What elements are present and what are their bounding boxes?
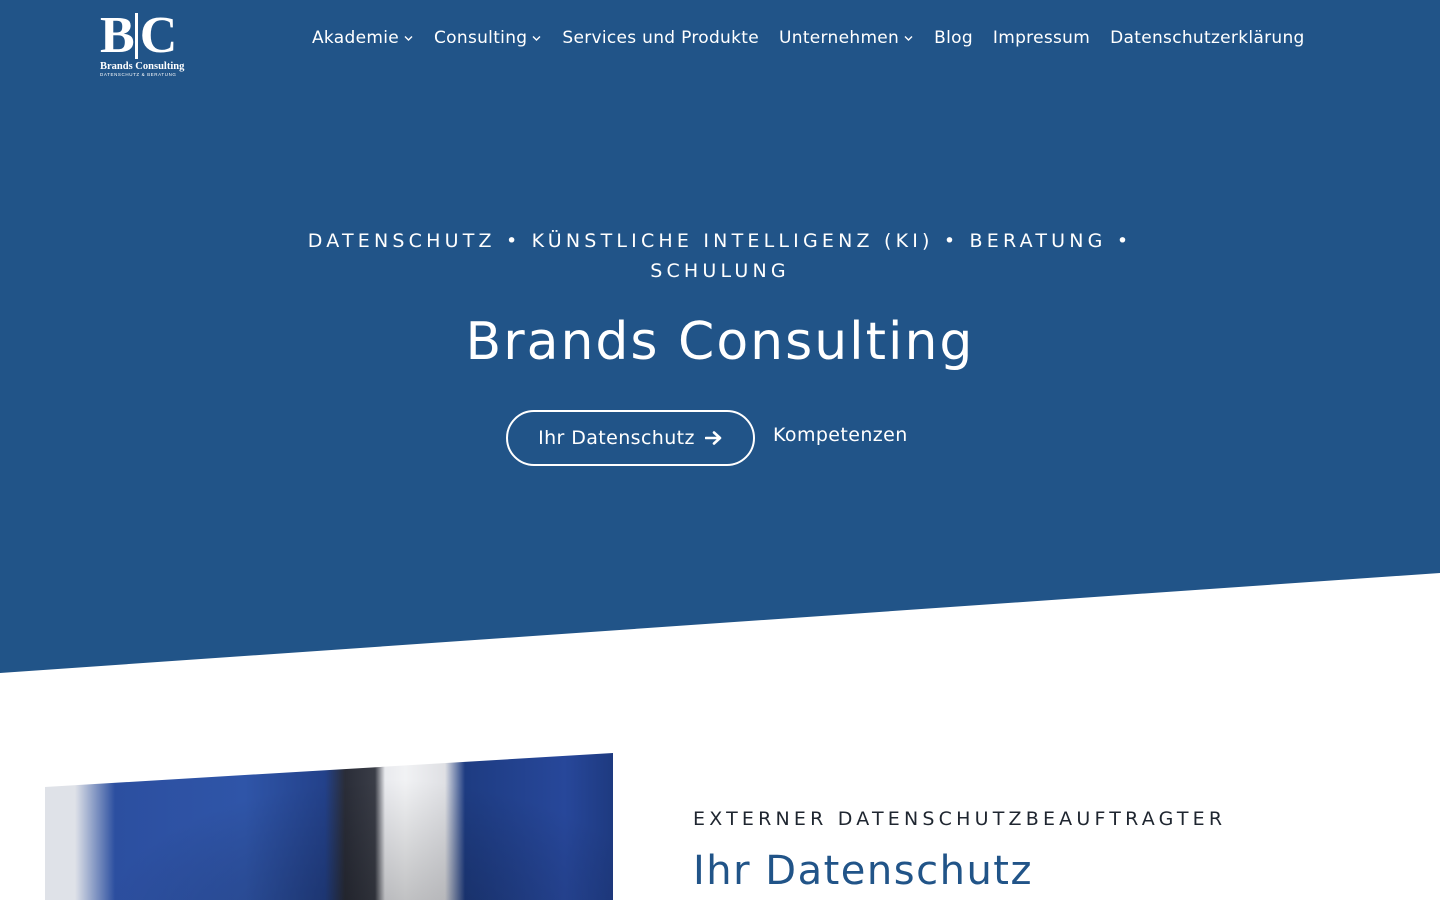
chevron-down-icon — [904, 36, 913, 41]
chevron-down-icon — [404, 36, 413, 41]
photo-shading — [45, 753, 613, 900]
main-navigation: Akademie Consulting Services und Produkt… — [312, 28, 1305, 48]
nav-item-unternehmen[interactable]: Unternehmen — [779, 28, 914, 48]
nav-item-datenschutzerklaerung[interactable]: Datenschutzerklärung — [1110, 28, 1305, 48]
nav-item-impressum[interactable]: Impressum — [993, 28, 1090, 48]
hero-kicker-line: DATENSCHUTZ • KÜNSTLICHE INTELLIGENZ (KI… — [307, 230, 1133, 252]
nav-item-label: Datenschutzerklärung — [1110, 28, 1305, 48]
nav-item-label: Consulting — [434, 28, 528, 48]
nav-item-akademie[interactable]: Akademie — [312, 28, 414, 48]
hero-title: Brands Consulting — [465, 312, 975, 372]
logo-name: Brands Consulting — [100, 61, 185, 72]
ihr-datenschutz-button[interactable]: Ihr Datenschutz — [506, 410, 755, 466]
button-label: Ihr Datenschutz — [538, 427, 695, 449]
brand-logo[interactable]: BC Brands Consulting DATENSCHUTZ & BERAT… — [100, 10, 184, 78]
nav-item-label: Impressum — [992, 28, 1091, 48]
kompetenzen-link[interactable]: Kompetenzen — [773, 424, 908, 446]
logo-mark: BC — [100, 7, 177, 64]
nav-item-label: Unternehmen — [779, 28, 900, 48]
nav-item-label: Akademie — [312, 28, 399, 48]
section-title: Ihr Datenschutz — [693, 848, 1033, 894]
logo-tagline: DATENSCHUTZ & BERATUNG — [100, 72, 177, 77]
section-kicker: EXTERNER DATENSCHUTZBEAUFTRAGTER — [693, 808, 1227, 830]
nav-item-blog[interactable]: Blog — [934, 28, 973, 48]
hero-kicker-line: SCHULUNG — [650, 260, 790, 282]
nav-item-services[interactable]: Services und Produkte — [562, 28, 759, 48]
arrow-right-icon — [704, 431, 722, 445]
consultant-photo — [45, 753, 613, 900]
hero-kicker: DATENSCHUTZ • KÜNSTLICHE INTELLIGENZ (KI… — [270, 226, 1170, 286]
nav-item-label: Blog — [934, 28, 973, 48]
nav-item-label: Services und Produkte — [562, 28, 759, 48]
nav-item-consulting[interactable]: Consulting — [434, 28, 542, 48]
chevron-down-icon — [532, 36, 541, 41]
